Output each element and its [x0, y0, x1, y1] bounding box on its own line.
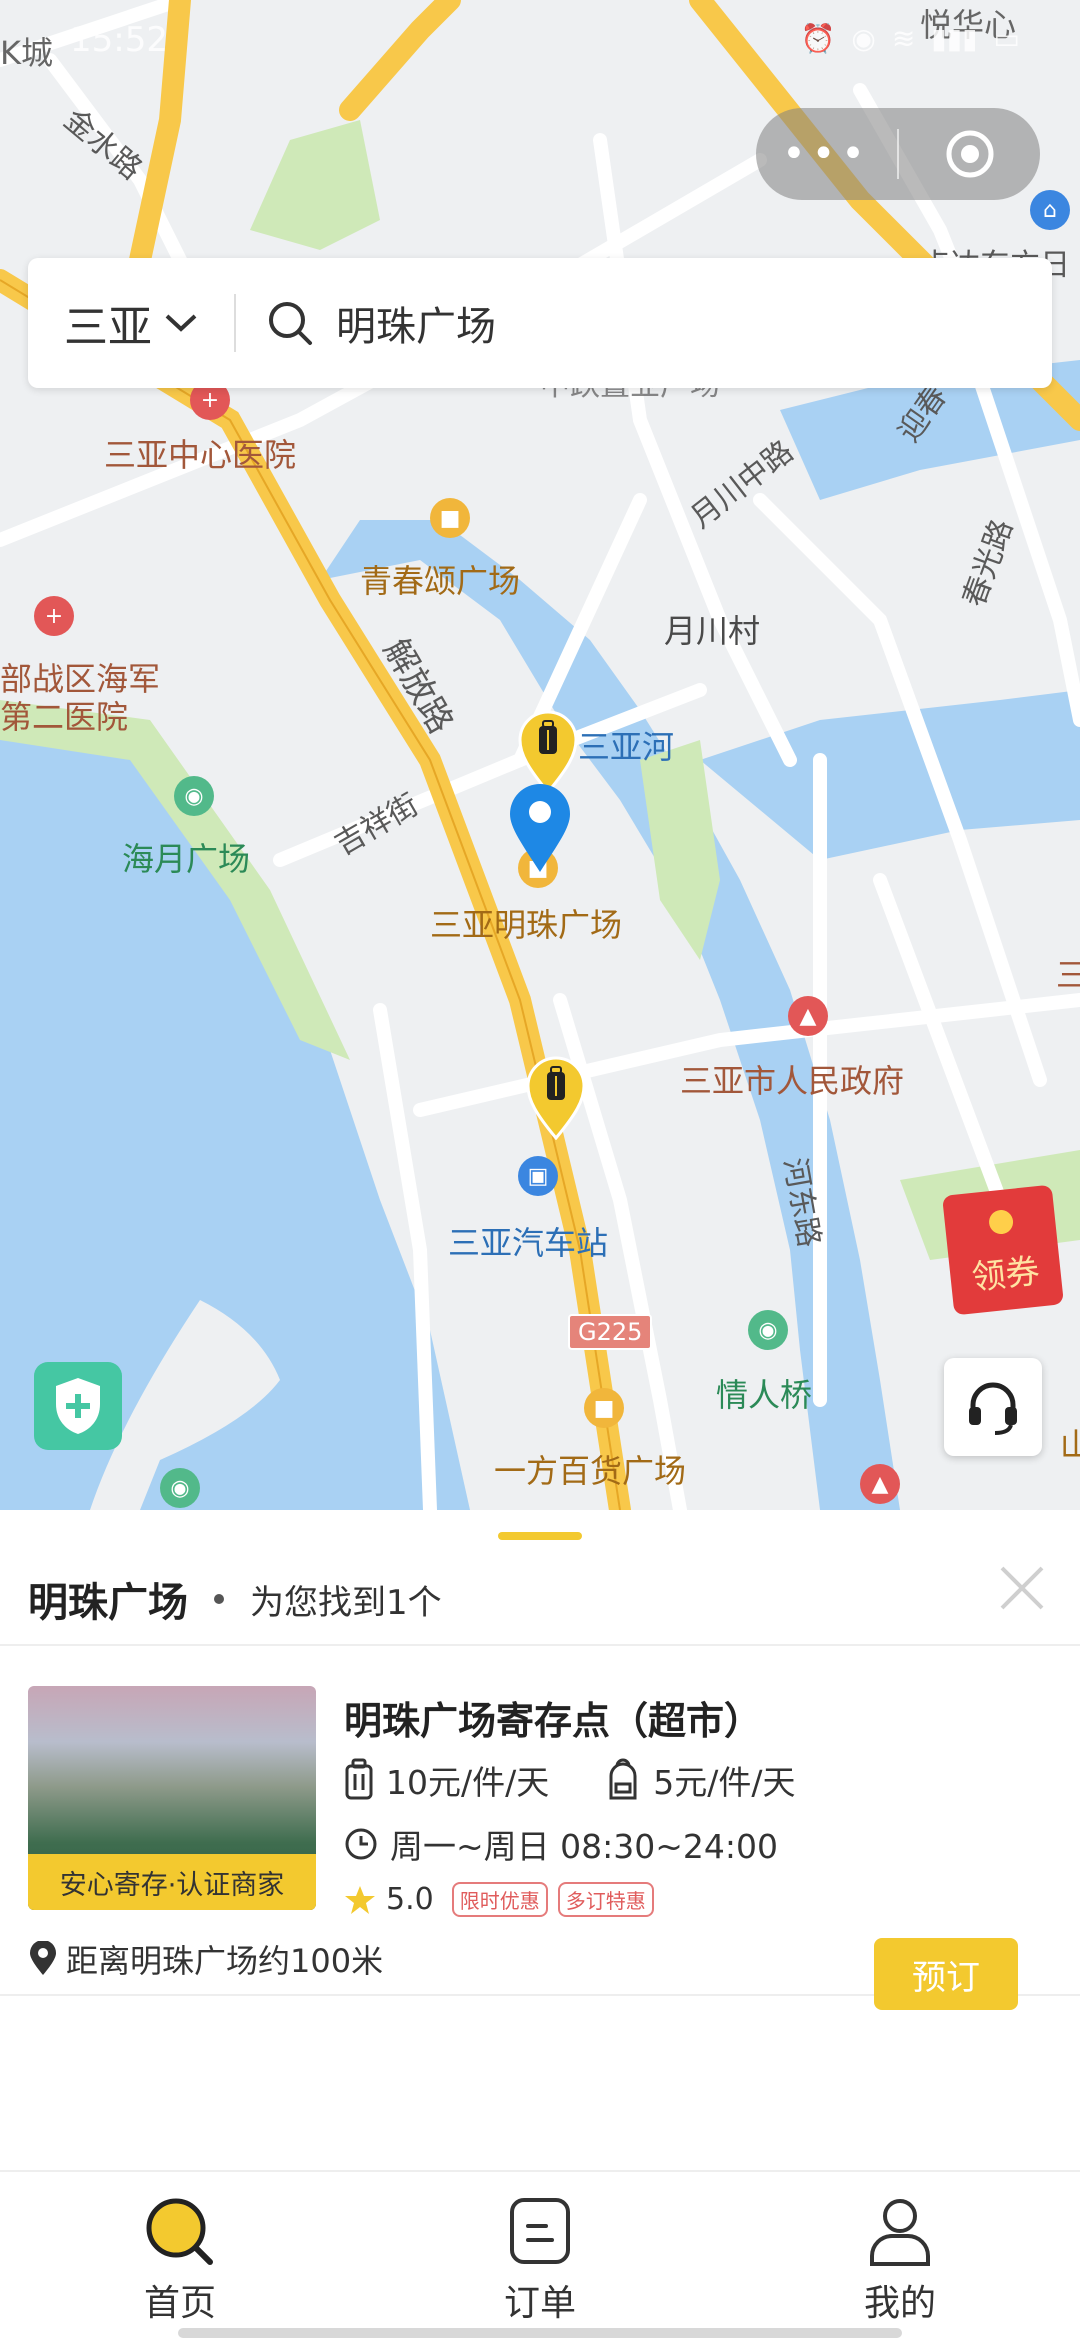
map-label: 第二医院 [0, 698, 129, 736]
distance-text: 距离明珠广场约100米 [66, 1942, 384, 1980]
storage-card[interactable]: 安心寄存·认证商家 明珠广场寄存点（超市） 10元/件/天 5元/件/天 周一~… [28, 1676, 1052, 1980]
tab-profile[interactable]: 我的 [800, 2196, 1000, 2326]
map-label: 山 [1060, 1426, 1080, 1464]
price-small: 5元/件/天 [605, 1756, 795, 1804]
separator-dot [214, 1594, 224, 1604]
backpack-icon [609, 1758, 637, 1800]
location-pin-icon [510, 784, 570, 872]
map-label: 三亚河 [578, 728, 675, 766]
search-icon [146, 2198, 213, 2265]
battery-icon: ▭ [993, 22, 1020, 55]
government-icon: ▲ [788, 996, 828, 1036]
map-label: 青春颂广场 [360, 562, 521, 600]
divider [0, 1644, 1080, 1646]
promo-tag: 多订特惠 [557, 1882, 654, 1917]
park-icon: ◉ [174, 776, 214, 816]
map-label: 海月广场 [122, 840, 251, 878]
wifi-icon: ≋ [891, 22, 916, 55]
headset-icon [969, 1382, 1017, 1435]
plaza-icon: ■ [430, 498, 470, 538]
result-sheet: 明珠广场 为您找到1个 安心寄存·认证商家 明珠广场寄存点（超市） 10元/件/… [0, 1510, 1080, 2170]
drag-handle[interactable] [498, 1532, 582, 1540]
tab-label: 首页 [143, 2283, 216, 2324]
target-icon [946, 130, 993, 178]
coupon-button[interactable]: 领券 [942, 1184, 1064, 1316]
tab-home[interactable]: 首页 [80, 2196, 280, 2326]
storage-pin[interactable] [526, 1056, 586, 1140]
safety-button[interactable] [34, 1362, 122, 1450]
park-icon: ◉ [160, 1468, 200, 1508]
status-bar: 15:52 ⏰ ◉ ≋ ▮▮▮ ▭ [0, 0, 1080, 80]
tab-bar: 首页 订单 我的 [0, 2170, 1080, 2342]
location-icon [30, 1941, 56, 1975]
highway-shield: G225 [568, 1314, 653, 1350]
map-label: 月川村 [664, 612, 761, 650]
distance-row: 距离明珠广场约100米 [28, 1936, 383, 1982]
book-button[interactable]: 预订 [874, 1938, 1018, 2010]
chevron-down-icon [165, 314, 197, 332]
map-label: 三亚市人民政府 [680, 1062, 905, 1100]
rating-row: 5.0 限时优惠 多订特惠 [344, 1882, 664, 1917]
price-small-text: 5元/件/天 [653, 1763, 796, 1802]
home-indicator [178, 2328, 902, 2338]
result-header: 明珠广场 为您找到1个 [28, 1570, 442, 1628]
map-label: 一方百货广场 [494, 1452, 687, 1490]
map-label: 情人桥 [716, 1376, 813, 1414]
close-miniprogram-button[interactable] [899, 128, 1040, 180]
clock-icon [345, 1828, 377, 1860]
home-icon: ⌂ [1030, 190, 1070, 230]
plaza-icon: ■ [584, 1388, 624, 1428]
map-label: 三亚明珠广场 [430, 906, 623, 944]
map-label: 三亚汽车站 [448, 1224, 609, 1262]
price-row: 10元/件/天 5元/件/天 [344, 1756, 851, 1804]
search-query: 明珠广场 [336, 304, 496, 350]
bus-icon: ▣ [518, 1156, 558, 1196]
suitcase-icon [345, 1758, 373, 1800]
rating-score: 5.0 [386, 1882, 434, 1917]
certified-badge: 安心寄存·认证商家 [28, 1854, 316, 1910]
hours-row: 周一~周日 08:30~24:00 [344, 1820, 778, 1868]
search-input[interactable]: 明珠广场 [236, 294, 496, 352]
hospital-icon: + [34, 596, 74, 636]
search-icon [269, 302, 312, 345]
status-time: 15:52 [70, 20, 168, 60]
miniprogram-capsule: ••• [756, 108, 1040, 200]
price-large: 10元/件/天 [344, 1756, 549, 1804]
store-name: 明珠广场寄存点（超市） [344, 1699, 763, 1743]
map-label: 三 [1056, 956, 1080, 994]
alarm-icon: ⏰ [800, 22, 836, 55]
result-title: 明珠广场 [28, 1580, 188, 1626]
location-icon: ◉ [851, 22, 876, 55]
tab-label: 我的 [863, 2283, 936, 2324]
customer-service-button[interactable] [944, 1358, 1042, 1456]
user-icon [870, 2199, 930, 2266]
more-button[interactable]: ••• [756, 131, 897, 177]
city-selector[interactable]: 三亚 [28, 291, 234, 355]
close-icon[interactable] [994, 1560, 1050, 1616]
price-large-text: 10元/件/天 [386, 1763, 550, 1802]
signal-icon: ▮▮▮ [931, 22, 978, 55]
park-icon: ◉ [748, 1310, 788, 1350]
order-icon [510, 2198, 570, 2264]
map-label: 三亚中心医院 [104, 436, 297, 474]
shield-icon [56, 1378, 100, 1434]
promo-tag: 限时优惠 [451, 1882, 548, 1917]
result-count: 为您找到1个 [250, 1582, 442, 1623]
city-label: 三亚 [64, 302, 152, 353]
map[interactable]: + ■ + ◉ ■ ▲ ▣ ◉ ■ ◉ ▲ ⌂ K城 金水路 悦华心 点达东方日… [0, 0, 1080, 1510]
opening-hours: 周一~周日 08:30~24:00 [390, 1827, 778, 1866]
tab-label: 订单 [503, 2283, 576, 2324]
store-photo: 安心寄存·认证商家 [28, 1686, 316, 1910]
status-icons: ⏰ ◉ ≋ ▮▮▮ ▭ [801, 22, 1020, 55]
poi-icon: ▲ [860, 1464, 900, 1504]
tab-orders[interactable]: 订单 [440, 2196, 640, 2326]
star-icon [345, 1885, 375, 1914]
search-bar: 三亚 明珠广场 [28, 258, 1052, 388]
